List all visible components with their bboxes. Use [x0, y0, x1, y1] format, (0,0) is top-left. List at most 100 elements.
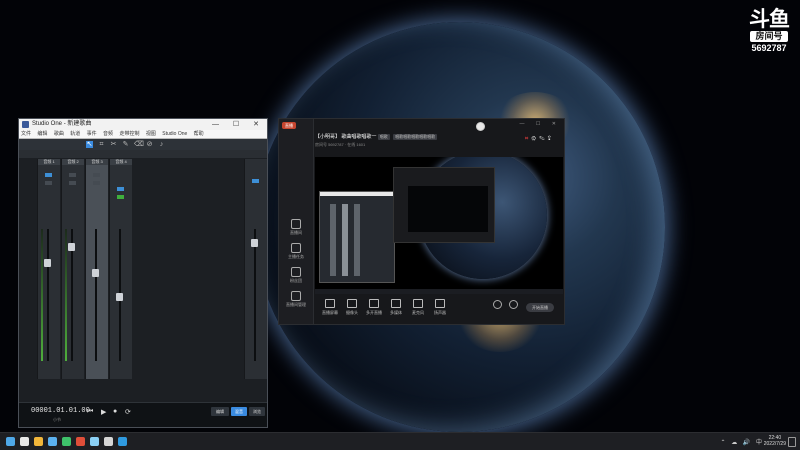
output-button[interactable] — [252, 179, 259, 183]
hot-icon: ⌗ — [524, 136, 532, 142]
app-icon[interactable] — [118, 437, 127, 446]
speaker-button[interactable]: 扬声器 — [429, 299, 451, 316]
transport-time[interactable]: 00001.01.01.00 — [31, 407, 90, 415]
room-icon — [291, 219, 301, 229]
menu-item-transport[interactable]: 走带控制 — [119, 131, 139, 137]
mixer-console: 音频 1 音频 2 音频 3 音频 4 — [19, 150, 267, 403]
record-arm-button[interactable] — [45, 173, 52, 177]
volume-fader[interactable] — [116, 293, 123, 301]
split-tool-icon[interactable]: ✂ — [110, 141, 117, 148]
manage-icon — [291, 291, 301, 301]
douyu-logo: 斗鱼 — [749, 7, 790, 31]
record-arm-button[interactable] — [93, 173, 100, 177]
volume-fader[interactable] — [68, 243, 75, 251]
preview-live-client — [393, 167, 495, 243]
mix-view-button[interactable]: 混音 — [231, 407, 247, 416]
volume-fader[interactable] — [44, 259, 51, 267]
task-icon — [291, 243, 301, 253]
mute-tool-icon[interactable]: ⊘ — [146, 141, 153, 148]
record-icon[interactable] — [509, 300, 518, 309]
start-menu-icon[interactable] — [6, 437, 15, 446]
room-tag[interactable]: 唱歌 — [377, 134, 390, 140]
menu-item-audio[interactable]: 音频 — [103, 131, 113, 137]
window-controls[interactable]: — ☐ ✕ — [212, 119, 265, 130]
file-explorer-icon[interactable] — [48, 437, 57, 446]
camera-button[interactable]: 摄像头 — [341, 299, 363, 316]
douyu-app-icon[interactable] — [90, 437, 99, 446]
channel-strip[interactable]: 音频 4 — [109, 159, 132, 379]
live-stream-client-window[interactable]: 直播 直播间 主播任务 粉丝团 直播间管理 — ☐ ✕ 【小明哥】 歌曲唱歌唱歌… — [278, 118, 565, 325]
start-live-button[interactable]: 开始直播 — [526, 303, 554, 312]
microphone-button[interactable]: 麦克风 — [407, 299, 429, 316]
window-controls[interactable]: — ☐ ✕ — [520, 121, 561, 127]
room-meta: 房间号 5692787 · 在线 1601 — [315, 142, 366, 147]
volume-fader[interactable] — [92, 269, 99, 277]
sidebar-item-manage[interactable]: 直播间管理 — [279, 291, 313, 308]
monitor-button[interactable] — [45, 181, 52, 185]
record-icon[interactable]: ● — [113, 408, 117, 415]
search-icon[interactable] — [20, 437, 29, 446]
monitor-button[interactable] — [117, 195, 124, 199]
window-title-bar[interactable]: Studio One - 新建歌曲 — ☐ ✕ — [19, 119, 267, 130]
system-tray[interactable]: ⌃ ☁ 🔊 中 — [721, 437, 765, 446]
windows-taskbar: ⌃ ☁ 🔊 中 22:40 2022/7/29 — [0, 432, 800, 450]
channel-strip[interactable]: 音频 1 — [37, 159, 60, 379]
channel-name: 音频 1 — [38, 159, 60, 165]
user-avatar[interactable] — [476, 122, 485, 131]
media-button[interactable]: 多媒体 — [385, 299, 407, 316]
listen-tool-icon[interactable]: ♪ — [158, 141, 165, 148]
room-tag[interactable]: 唱歌唱歌唱歌唱歌唱歌 — [393, 134, 438, 140]
main-output-strip[interactable] — [244, 159, 267, 379]
menu-item-view[interactable]: 视图 — [146, 131, 156, 137]
range-tool-icon[interactable]: ⌗ — [98, 141, 105, 148]
monitor-button[interactable] — [69, 181, 76, 185]
loop-icon[interactable]: ⟳ — [125, 408, 131, 416]
eraser-tool-icon[interactable]: ⌫ — [134, 141, 144, 148]
studio-one-app-icon — [22, 121, 29, 128]
pencil-tool-icon[interactable]: ✎ — [122, 141, 129, 148]
menu-item-song[interactable]: 歌曲 — [54, 131, 64, 137]
menu-item-help[interactable]: 帮助 — [194, 131, 204, 137]
client-sidebar: 直播 直播间 主播任务 粉丝团 直播间管理 — [279, 119, 314, 324]
level-meter — [41, 229, 43, 361]
play-icon[interactable]: ▶ — [101, 408, 106, 416]
rewind-icon[interactable]: ⏮ — [87, 408, 93, 416]
chat-icon[interactable] — [76, 437, 85, 446]
sidebar-item-tasks[interactable]: 主播任务 — [279, 243, 313, 260]
main-volume-fader[interactable] — [251, 239, 258, 247]
notification-icon[interactable] — [788, 437, 796, 447]
monitor-icon — [325, 299, 335, 308]
studio-one-taskbar-icon[interactable] — [104, 437, 113, 446]
monitor-button[interactable] — [93, 181, 100, 185]
settings-icon[interactable] — [493, 300, 502, 309]
sidebar-item-fans[interactable]: 粉丝团 — [279, 267, 313, 284]
sidebar-item-room[interactable]: 直播间 — [279, 219, 313, 236]
menu-item-edit[interactable]: 编辑 — [37, 131, 47, 137]
channel-strip[interactable]: 音频 2 — [61, 159, 84, 379]
browser-icon[interactable] — [62, 437, 71, 446]
menu-item-event[interactable]: 事件 — [87, 131, 97, 137]
transport-bar: 00001.01.01.00 小节 ⏮ ▶ ● ⟳ 编辑 混音 浏览 — [19, 402, 267, 427]
fader-track — [95, 229, 97, 361]
room-header: 【小明哥】 歌曲唱歌唱歌一 唱歌 唱歌唱歌唱歌唱歌唱歌 房间号 5692787 … — [315, 133, 558, 155]
mixer-tab-strip — [19, 150, 267, 158]
header-icons[interactable]: ⌗⚙✎⇪ — [525, 136, 554, 143]
task-view-icon[interactable] — [34, 437, 43, 446]
menu-item-studio-one[interactable]: Studio One — [162, 131, 187, 137]
record-arm-button[interactable] — [117, 187, 124, 191]
browse-view-button[interactable]: 浏览 — [249, 407, 265, 416]
arrow-tool-icon[interactable]: ↖ — [86, 141, 93, 148]
screen-capture-button[interactable]: 直播屏幕 — [319, 299, 341, 316]
edit-view-button[interactable]: 编辑 — [211, 407, 229, 416]
clock[interactable]: 22:40 2022/7/29 — [764, 435, 786, 447]
room-title[interactable]: 【小明哥】 歌曲唱歌唱歌一 唱歌 唱歌唱歌唱歌唱歌唱歌 — [315, 133, 558, 140]
record-arm-button[interactable] — [69, 173, 76, 177]
fader-track — [254, 229, 256, 361]
stream-preview[interactable] — [315, 157, 563, 294]
microphone-icon — [413, 299, 423, 308]
menu-item-file[interactable]: 文件 — [21, 131, 31, 137]
studio-one-window[interactable]: Studio One - 新建歌曲 — ☐ ✕ 文件 编辑 歌曲 轨道 事件 音… — [18, 118, 268, 428]
channel-strip-selected[interactable]: 音频 3 — [85, 159, 108, 379]
menu-item-track[interactable]: 轨道 — [70, 131, 80, 137]
multi-stream-button[interactable]: 多开直播 — [363, 299, 385, 316]
